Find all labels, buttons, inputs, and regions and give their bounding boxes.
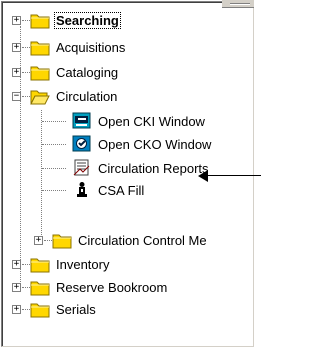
- folder-closed-icon: [30, 255, 50, 273]
- folder-closed-icon: [30, 300, 50, 318]
- tree-item-label: Circulation Reports: [98, 160, 209, 176]
- tree-line: [22, 47, 30, 48]
- tree-item-open-cki-window[interactable]: Open CKI Window: [72, 110, 207, 132]
- folder-closed-icon: [30, 38, 50, 56]
- tree-item-label: Searching: [54, 11, 121, 29]
- tree-item-reserve-bookroom[interactable]: Reserve Bookroom: [30, 276, 169, 298]
- expander-reserve-bookroom[interactable]: +: [12, 283, 21, 292]
- csa-fill-icon: [72, 181, 92, 199]
- tree-item-searching[interactable]: Searching: [30, 9, 121, 31]
- expander-circulation[interactable]: −: [12, 92, 21, 101]
- resize-grip[interactable]: [230, 3, 250, 5]
- tree-item-label: Circulation: [56, 88, 118, 104]
- tree-item-cataloging[interactable]: Cataloging: [30, 61, 120, 83]
- tree-item-circulation[interactable]: Circulation: [30, 85, 119, 107]
- expander-cataloging[interactable]: +: [12, 68, 21, 77]
- tree-item-serials[interactable]: Serials: [30, 298, 98, 320]
- tree-line: [20, 26, 21, 284]
- tree-item-circulation-control[interactable]: Circulation Control Me: [52, 229, 209, 251]
- folder-closed-icon: [52, 231, 72, 249]
- tree-item-open-cko-window[interactable]: Open CKO Window: [72, 133, 213, 155]
- tree-item-label: Circulation Control Me: [78, 232, 207, 248]
- tree-line: [42, 144, 66, 145]
- expander-acquisitions[interactable]: +: [12, 43, 21, 52]
- tree-line: [22, 287, 30, 288]
- tree-line: [22, 72, 30, 73]
- tree-item-label: Reserve Bookroom: [56, 279, 168, 295]
- folder-closed-icon: [30, 63, 50, 81]
- tree-line: [42, 168, 66, 169]
- annotation-arrow-line: [206, 175, 261, 176]
- cko-window-icon: [72, 135, 92, 153]
- reports-icon: [72, 159, 92, 177]
- expander-circulation-control[interactable]: +: [34, 236, 43, 245]
- panel-titlebar: [222, 0, 254, 8]
- tree-item-label: Inventory: [56, 256, 110, 272]
- cki-window-icon: [72, 112, 92, 130]
- folder-open-icon: [30, 87, 50, 105]
- tree-item-inventory[interactable]: Inventory: [30, 253, 111, 275]
- tree-line: [22, 20, 30, 21]
- tree-line: [22, 264, 30, 265]
- tree-item-label: Open CKO Window: [98, 136, 212, 152]
- annotation-arrow-head: [198, 170, 208, 182]
- expander-serials[interactable]: +: [12, 305, 21, 314]
- tree-item-acquisitions[interactable]: Acquisitions: [30, 36, 127, 58]
- tree-item-label: Acquisitions: [56, 39, 126, 55]
- tree-item-circulation-reports[interactable]: Circulation Reports: [72, 157, 211, 179]
- tree-line: [22, 309, 30, 310]
- expander-inventory[interactable]: +: [12, 260, 21, 269]
- tree-item-label: Open CKI Window: [98, 113, 205, 129]
- tree-item-csa-fill[interactable]: CSA Fill: [72, 179, 146, 201]
- tree-item-label: CSA Fill: [98, 182, 145, 198]
- tree-line: [22, 96, 30, 97]
- tree-item-label: Cataloging: [56, 64, 119, 80]
- expander-searching[interactable]: +: [12, 16, 21, 25]
- tree-line: [44, 240, 52, 241]
- folder-closed-icon: [30, 278, 50, 296]
- tree-item-label: Serials: [56, 301, 96, 317]
- tree-line: [41, 110, 42, 241]
- tree-line: [42, 121, 66, 122]
- tree-line: [42, 190, 66, 191]
- folder-closed-icon: [30, 11, 50, 29]
